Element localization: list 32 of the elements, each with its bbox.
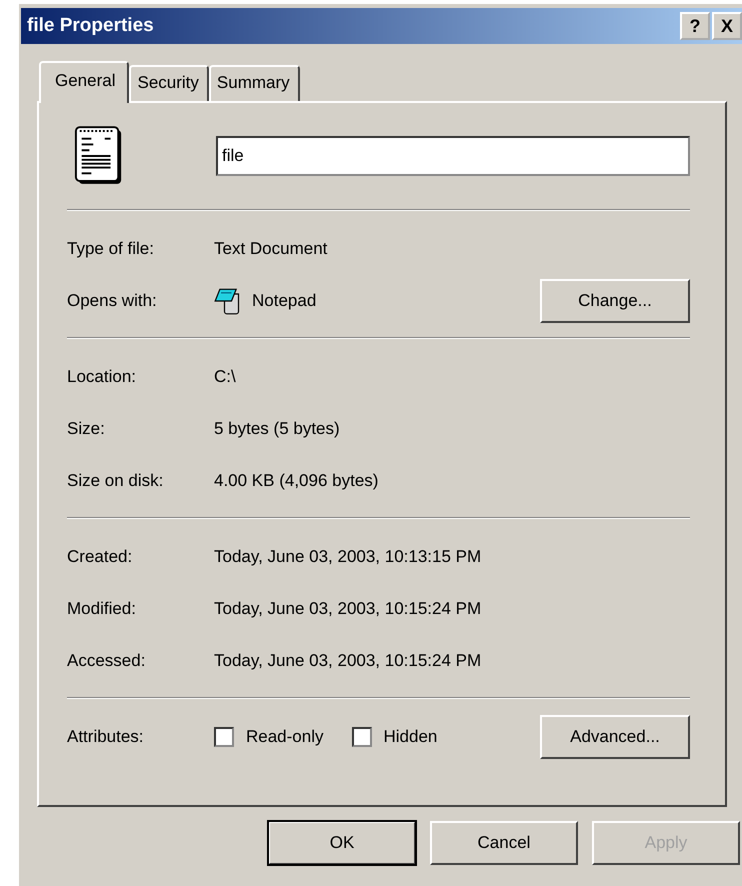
field-label: Size on disk: — [67, 471, 164, 491]
name-field[interactable]: file — [216, 136, 690, 176]
field-value: 4.00 KB (4,096 bytes) — [214, 471, 378, 491]
field-label: Accessed: — [67, 651, 146, 671]
field-label: Size: — [67, 419, 106, 439]
checkbox[interactable]: Hidden — [352, 727, 438, 747]
close-button[interactable]: X — [712, 12, 742, 40]
field-value: 5 bytes (5 bytes) — [214, 419, 340, 439]
field-label: Type of file: — [67, 239, 155, 259]
dialog-button[interactable]: Cancel — [430, 821, 578, 865]
field-value: Notepad — [252, 291, 316, 311]
document-icon — [74, 125, 124, 187]
dialog-button[interactable]: OK — [268, 821, 416, 865]
tab[interactable]: General — [39, 61, 130, 103]
field-label: Created: — [67, 547, 134, 567]
field-value: C:\ — [214, 367, 236, 387]
help-button[interactable]: ? — [680, 12, 710, 40]
field-label: Modified: — [67, 599, 137, 619]
field-value: Text Document — [214, 239, 328, 259]
field-value: Today, June 03, 2003, 10:13:15 PM — [214, 547, 482, 567]
field-label: Opens with: — [67, 291, 158, 311]
action-button[interactable]: Advanced... — [540, 715, 690, 759]
field-value: Today, June 03, 2003, 10:15:24 PM — [214, 651, 482, 671]
checkbox[interactable]: Read-only — [214, 727, 324, 747]
tab[interactable]: Security — [129, 65, 209, 101]
field-value: Today, June 03, 2003, 10:15:24 PM — [214, 599, 482, 619]
notepad-icon — [214, 287, 242, 315]
window-title: file Properties — [27, 15, 154, 37]
action-button[interactable]: Change... — [540, 279, 690, 323]
tab[interactable]: Summary — [208, 65, 300, 101]
field-label: Location: — [67, 367, 137, 387]
field-label: Attributes: — [67, 727, 145, 747]
